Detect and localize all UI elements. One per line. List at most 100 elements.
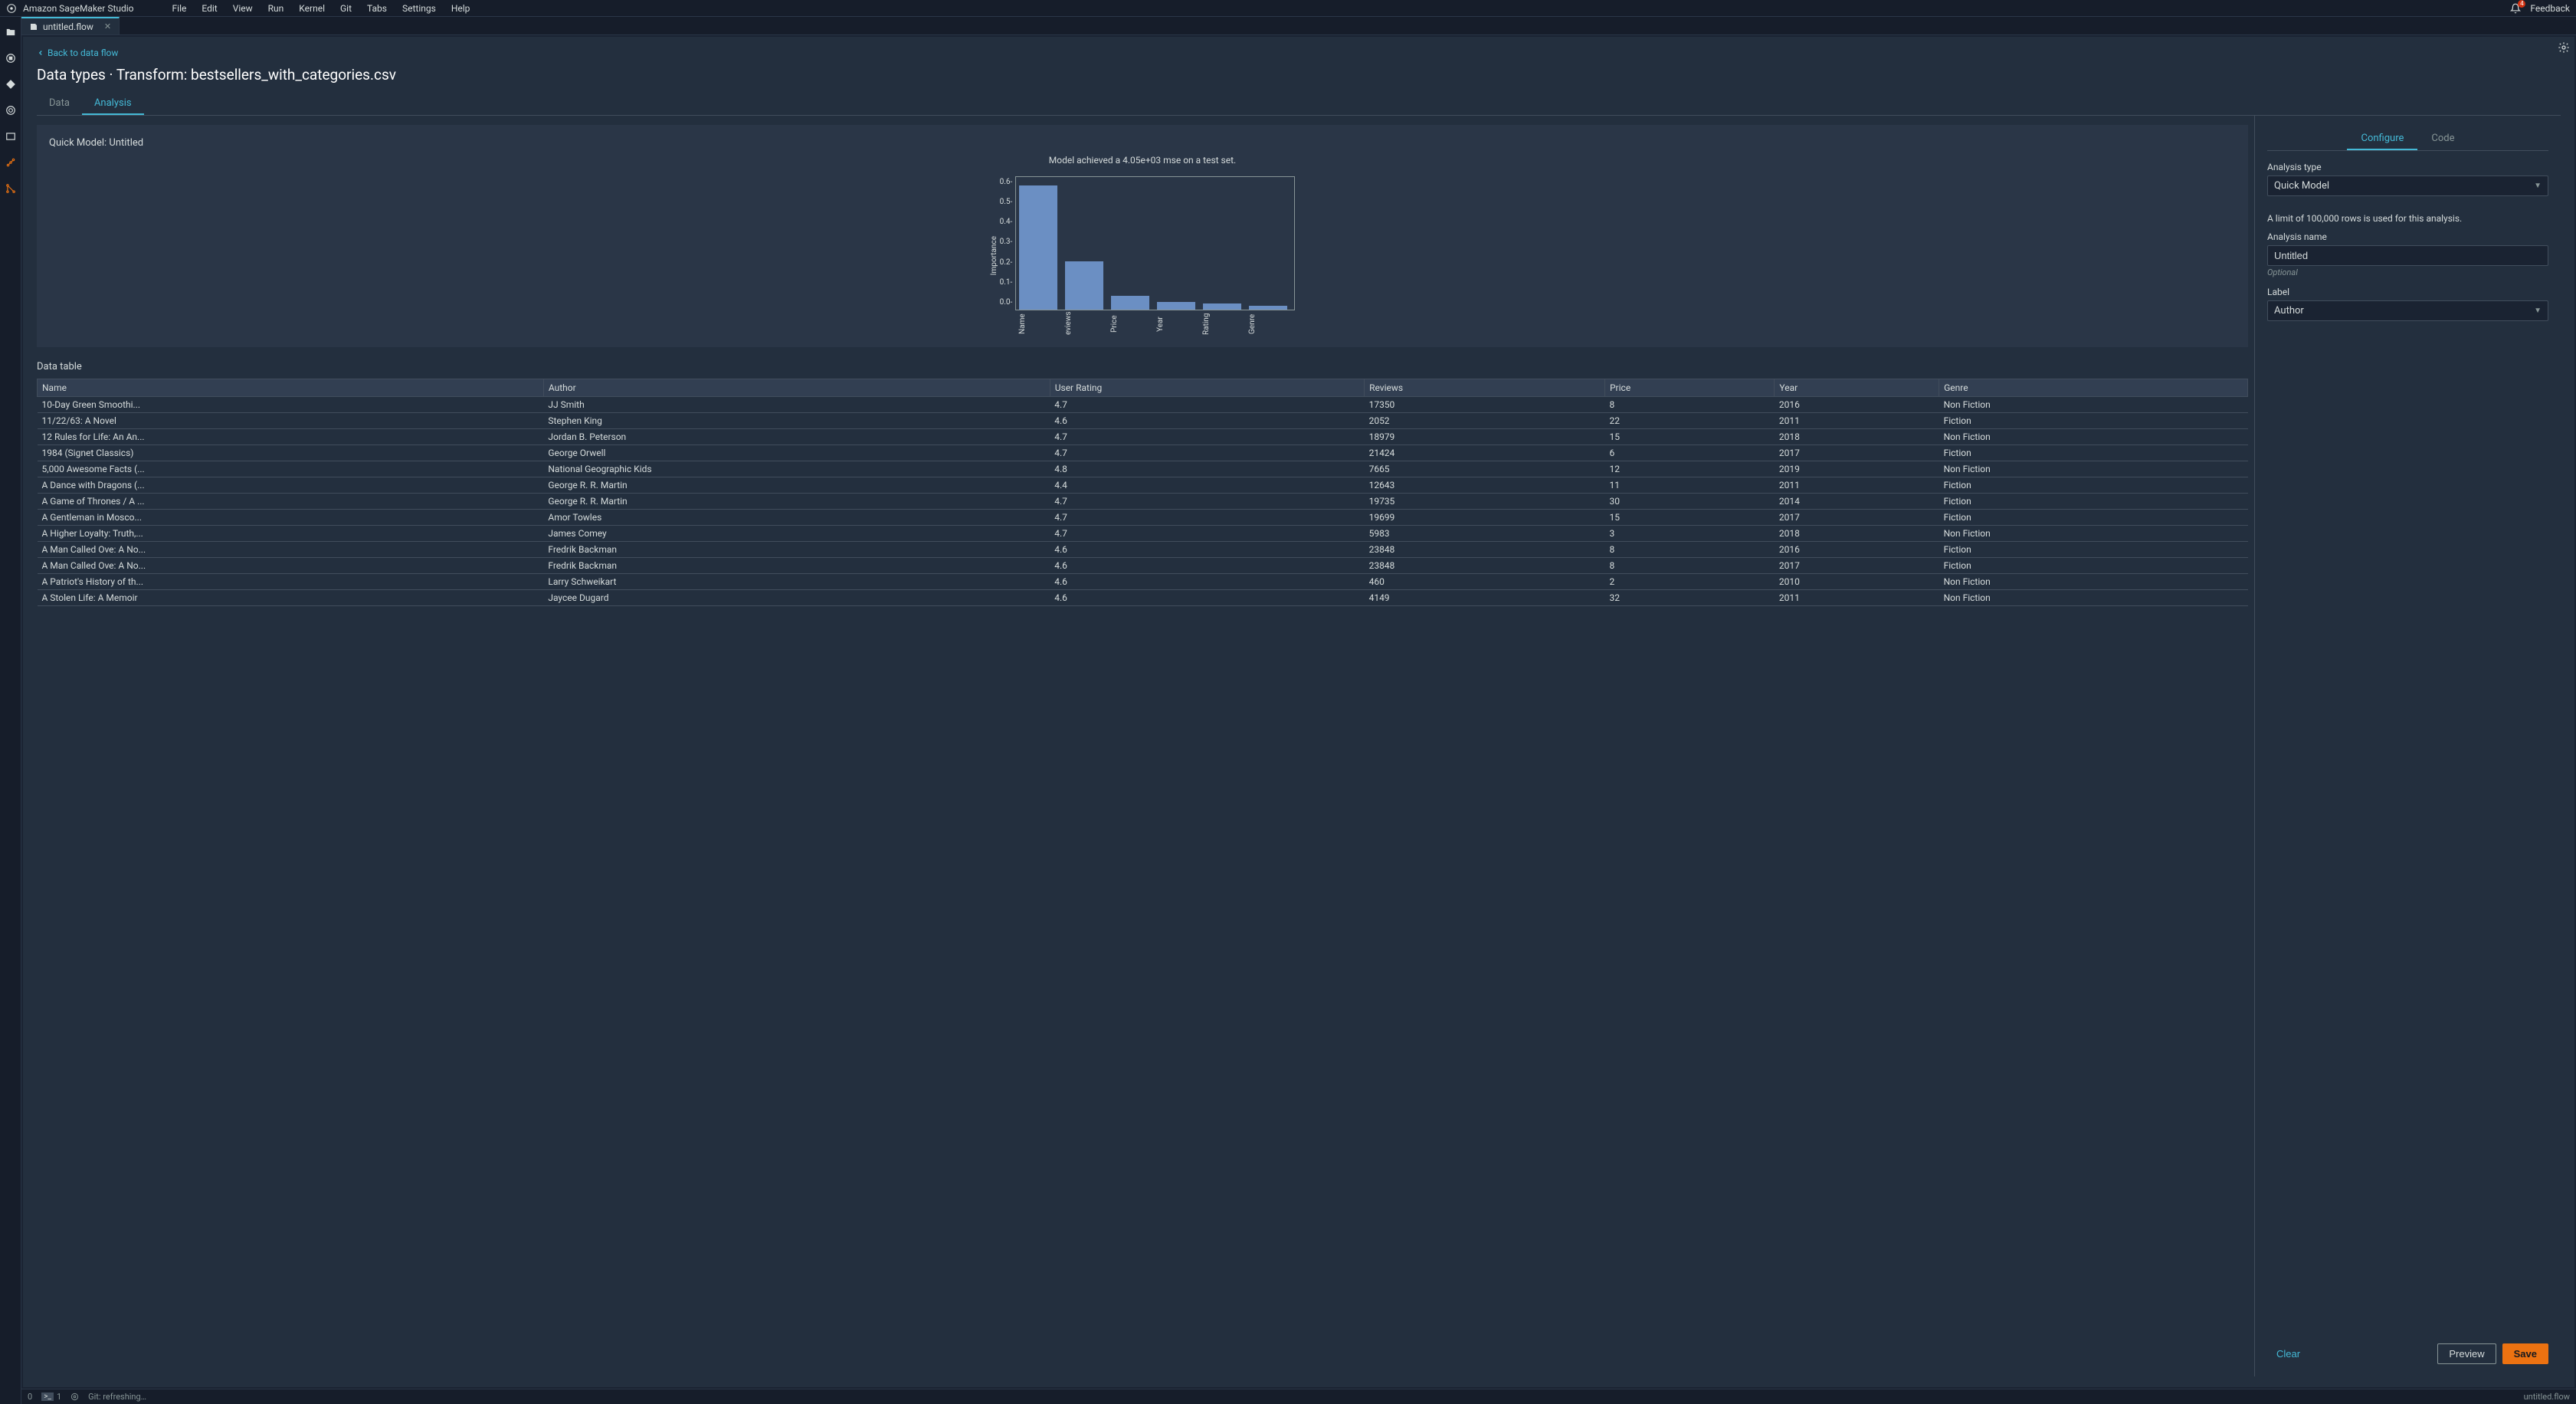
y-tick: 0.4- xyxy=(1000,218,1013,226)
table-row[interactable]: 12 Rules for Life: An An...Jordan B. Pet… xyxy=(38,429,2248,445)
back-link[interactable]: Back to data flow xyxy=(37,48,2561,58)
flow-file-icon xyxy=(29,22,38,31)
git-icon[interactable] xyxy=(5,78,17,90)
tab-analysis[interactable]: Analysis xyxy=(82,93,144,115)
menu-tabs[interactable]: Tabs xyxy=(359,3,395,14)
table-cell: Non Fiction xyxy=(1939,574,2248,590)
table-row[interactable]: A Game of Thrones / A ...George R. R. Ma… xyxy=(38,494,2248,510)
table-row[interactable]: 1984 (Signet Classics)George Orwell4.721… xyxy=(38,445,2248,461)
column-header[interactable]: User Rating xyxy=(1050,379,1364,397)
table-cell: George R. R. Martin xyxy=(543,477,1050,494)
menu-git[interactable]: Git xyxy=(333,3,359,14)
menu-edit[interactable]: Edit xyxy=(194,3,224,14)
column-header[interactable]: Name xyxy=(38,379,544,397)
tabs-icon[interactable] xyxy=(5,130,17,143)
data-table-label: Data table xyxy=(37,361,2248,372)
feedback-link[interactable]: Feedback xyxy=(2530,3,2570,14)
table-cell: Fiction xyxy=(1939,413,2248,429)
table-cell: Larry Schweikart xyxy=(543,574,1050,590)
table-cell: 4.6 xyxy=(1050,542,1364,558)
status-file: untitled.flow xyxy=(2524,1392,2570,1402)
menu-file[interactable]: File xyxy=(165,3,195,14)
column-header[interactable]: Year xyxy=(1775,379,1939,397)
menu-run[interactable]: Run xyxy=(261,3,292,14)
table-cell: 3 xyxy=(1604,526,1774,542)
table-cell: 19735 xyxy=(1365,494,1605,510)
save-button[interactable]: Save xyxy=(2502,1343,2548,1364)
table-cell: Amor Towles xyxy=(543,510,1050,526)
table-cell: 4149 xyxy=(1365,590,1605,606)
notifications-icon[interactable]: 4 xyxy=(2510,3,2521,14)
table-row[interactable]: A Man Called Ove: A No...Fredrik Backman… xyxy=(38,558,2248,574)
running-icon[interactable] xyxy=(5,52,17,64)
table-cell: 8 xyxy=(1604,397,1774,413)
status-bar: 0 >_ 1 Git: refreshing… untitled.flow xyxy=(21,1389,2576,1404)
table-cell: Jordan B. Peterson xyxy=(543,429,1050,445)
document-tab[interactable]: untitled.flow ✕ xyxy=(21,17,120,34)
terminal-icon[interactable]: >_ xyxy=(41,1393,54,1401)
chevron-left-icon xyxy=(37,49,44,57)
table-row[interactable]: 10-Day Green Smoothi...JJ Smith4.7173508… xyxy=(38,397,2248,413)
table-cell: 11 xyxy=(1604,477,1774,494)
close-tab-icon[interactable]: ✕ xyxy=(104,21,111,31)
column-header[interactable]: Reviews xyxy=(1365,379,1605,397)
table-row[interactable]: A Gentleman in Mosco...Amor Towles4.7196… xyxy=(38,510,2248,526)
table-row[interactable]: A Stolen Life: A MemoirJaycee Dugard4.64… xyxy=(38,590,2248,606)
table-cell: 4.6 xyxy=(1050,558,1364,574)
table-cell: 2017 xyxy=(1775,510,1939,526)
analysis-name-input[interactable] xyxy=(2267,245,2548,266)
chevron-down-icon: ▼ xyxy=(2534,182,2542,190)
gear-icon[interactable] xyxy=(2558,41,2570,54)
analysis-type-label: Analysis type xyxy=(2267,162,2548,172)
table-cell: Fiction xyxy=(1939,558,2248,574)
bar-rating xyxy=(1203,303,1241,310)
x-tick: Name xyxy=(1018,313,1057,335)
status-left-zero: 0 xyxy=(28,1392,32,1402)
tab-configure[interactable]: Configure xyxy=(2347,128,2417,150)
tab-code[interactable]: Code xyxy=(2417,128,2468,150)
y-tick: 0.2- xyxy=(1000,258,1013,267)
table-cell: JJ Smith xyxy=(543,397,1050,413)
status-settings-icon[interactable] xyxy=(70,1393,79,1401)
table-cell: 2017 xyxy=(1775,445,1939,461)
tab-data[interactable]: Data xyxy=(37,93,82,115)
menu-help[interactable]: Help xyxy=(444,3,478,14)
column-header[interactable]: Author xyxy=(543,379,1050,397)
table-cell: 2010 xyxy=(1775,574,1939,590)
table-row[interactable]: A Dance with Dragons (...George R. R. Ma… xyxy=(38,477,2248,494)
table-cell: 4.6 xyxy=(1050,413,1364,429)
table-row[interactable]: A Patriot's History of th...Larry Schwei… xyxy=(38,574,2248,590)
label-select[interactable]: Author ▼ xyxy=(2267,300,2548,321)
menu-view[interactable]: View xyxy=(225,3,261,14)
table-cell: 12643 xyxy=(1365,477,1605,494)
table-row[interactable]: 11/22/63: A NovelStephen King4.620522220… xyxy=(38,413,2248,429)
clear-button[interactable]: Clear xyxy=(2267,1343,2309,1364)
table-cell: 2018 xyxy=(1775,526,1939,542)
menu-settings[interactable]: Settings xyxy=(395,3,444,14)
importance-chart: Importance 0.6-0.5-0.4-0.3-0.2-0.1-0.0- … xyxy=(990,176,1296,335)
aws-logo-icon xyxy=(6,3,17,14)
table-cell: Fiction xyxy=(1939,445,2248,461)
table-cell: 4.4 xyxy=(1050,477,1364,494)
table-cell: 4.7 xyxy=(1050,429,1364,445)
column-header[interactable]: Genre xyxy=(1939,379,2248,397)
table-row[interactable]: A Higher Loyalty: Truth,...James Comey4.… xyxy=(38,526,2248,542)
table-row[interactable]: 5,000 Awesome Facts (...National Geograp… xyxy=(38,461,2248,477)
menu-kernel[interactable]: Kernel xyxy=(291,3,333,14)
endpoints-icon[interactable] xyxy=(5,182,17,195)
table-cell: 19699 xyxy=(1365,510,1605,526)
row-limit-note: A limit of 100,000 rows is used for this… xyxy=(2267,213,2548,224)
components-icon[interactable] xyxy=(5,156,17,169)
commands-icon[interactable] xyxy=(5,104,17,116)
folder-icon[interactable] xyxy=(5,26,17,38)
table-row[interactable]: A Man Called Ove: A No...Fredrik Backman… xyxy=(38,542,2248,558)
bar-price xyxy=(1111,296,1149,310)
column-header[interactable]: Price xyxy=(1604,379,1774,397)
analysis-type-select[interactable]: Quick Model ▼ xyxy=(2267,176,2548,196)
bar-year xyxy=(1157,302,1195,310)
table-cell: A Game of Thrones / A ... xyxy=(38,494,544,510)
table-cell: Non Fiction xyxy=(1939,429,2248,445)
y-tick: 0.6- xyxy=(1000,178,1013,186)
chevron-down-icon: ▼ xyxy=(2534,307,2542,315)
preview-button[interactable]: Preview xyxy=(2437,1343,2496,1364)
